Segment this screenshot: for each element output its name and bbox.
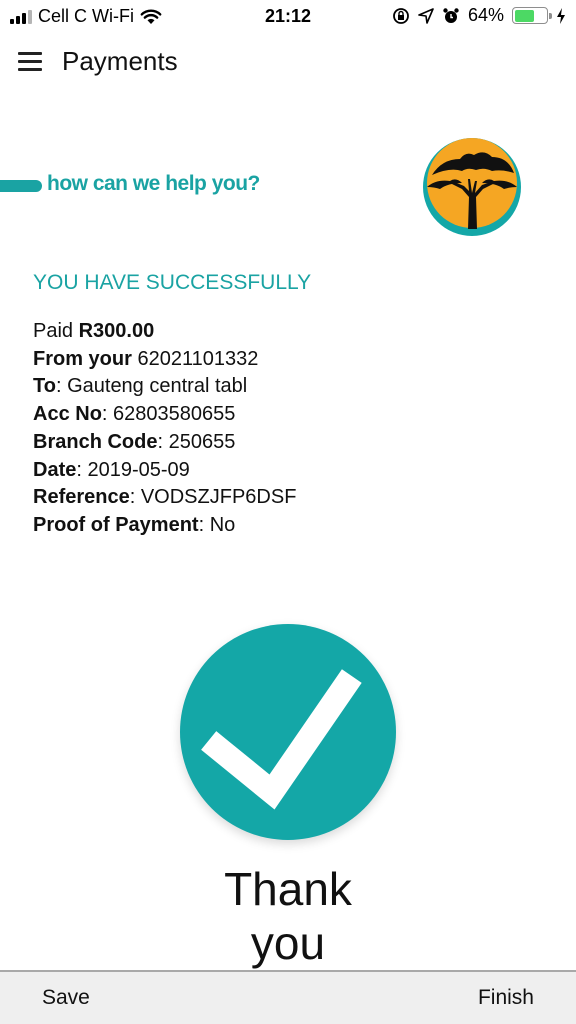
detail-value: Gauteng central tabl <box>67 375 248 398</box>
hamburger-menu-icon[interactable] <box>18 50 44 72</box>
success-title: YOU HAVE SUCCESSFULLY <box>33 271 312 294</box>
bottom-action-bar: Save Finish <box>0 970 576 1024</box>
detail-value: 250655 <box>168 430 236 453</box>
help-tagline[interactable]: how can we help you? <box>47 172 260 196</box>
detail-label: Reference <box>33 486 130 509</box>
detail-value: VODSZJFP6DSF <box>140 486 297 509</box>
checkmark-icon <box>201 669 362 810</box>
detail-label: Proof of Payment <box>33 513 199 536</box>
detail-to: To: Gauteng central tabl <box>33 375 248 398</box>
detail-value: No <box>209 513 236 536</box>
detail-branch-code: Branch Code: 250655 <box>33 430 236 453</box>
thank-you-line2: you <box>250 917 326 969</box>
detail-label: Date <box>33 458 77 481</box>
detail-proof-of-payment: Proof of Payment: No <box>33 513 236 536</box>
detail-value: 2019-05-09 <box>87 458 190 481</box>
detail-label: From your <box>33 347 132 370</box>
battery-icon <box>512 7 552 24</box>
detail-reference: Reference: VODSZJFP6DSF <box>33 486 297 509</box>
app-bar: Payments <box>0 38 576 86</box>
detail-label: Paid <box>33 320 74 342</box>
detail-label: To <box>33 375 56 398</box>
finish-button[interactable]: Finish <box>478 986 534 1010</box>
detail-from: From your 62021101332 <box>33 346 553 374</box>
success-check-circle <box>180 624 396 840</box>
detail-date: Date: 2019-05-09 <box>33 458 190 481</box>
status-bar: Cell C Wi-Fi 21:12 64% <box>0 0 576 34</box>
detail-value: R300.00 <box>78 320 155 342</box>
tree-logo <box>423 138 521 236</box>
alarm-icon <box>443 7 459 23</box>
detail-acc-no: Acc No: 62803580655 <box>33 403 236 426</box>
battery-level-fill <box>514 9 535 22</box>
save-button[interactable]: Save <box>42 986 90 1010</box>
detail-label: Acc No <box>33 403 102 426</box>
detail-label: Branch Code <box>33 430 158 453</box>
thank-you-line1: Thank <box>224 863 352 915</box>
detail-paid: Paid R300.00 <box>33 318 553 346</box>
orientation-lock-icon <box>393 7 409 24</box>
thank-you-message: Thank you <box>0 862 576 970</box>
status-right: 64% <box>392 5 566 26</box>
charging-icon <box>557 7 565 24</box>
detail-value: 62021101332 <box>137 347 259 370</box>
location-icon <box>418 7 434 24</box>
battery-percent: 64% <box>467 5 504 25</box>
payment-details: Paid R300.00 From your 62021101332 To: G… <box>33 318 553 540</box>
detail-value: 62803580655 <box>113 403 236 426</box>
help-accent-bar <box>0 180 42 192</box>
page-title: Payments <box>62 46 178 76</box>
